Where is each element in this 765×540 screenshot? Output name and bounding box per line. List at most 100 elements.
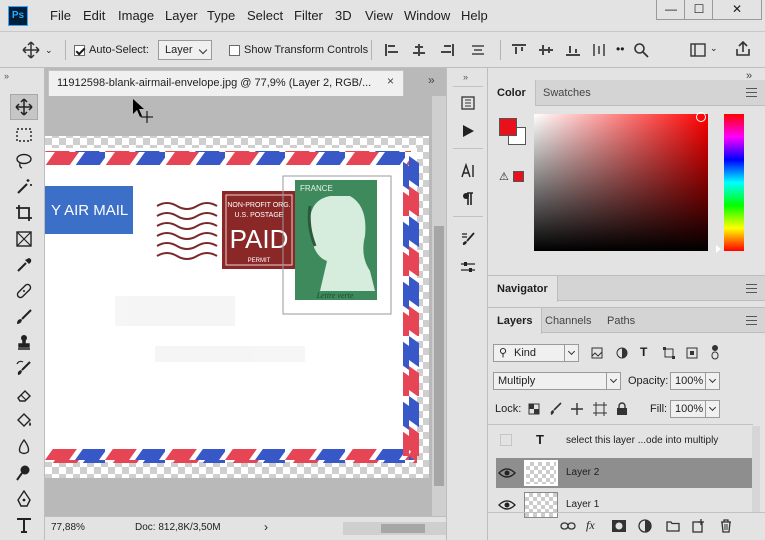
lock-transparent-pixels-icon[interactable] [528, 403, 540, 415]
filter-shape-layers-icon[interactable] [663, 347, 675, 359]
history-panel-button[interactable] [455, 92, 481, 114]
pen-tool[interactable] [10, 486, 38, 512]
foreground-color-swatch[interactable] [499, 118, 517, 136]
eye-icon[interactable] [498, 498, 516, 512]
lock-position-icon[interactable] [570, 402, 584, 416]
vertical-scroll-thumb[interactable] [434, 226, 444, 486]
vertical-scrollbar[interactable] [432, 96, 446, 516]
minimize-button[interactable]: — [656, 0, 686, 20]
collapse-panels-icon[interactable]: » [428, 73, 435, 87]
new-adjustment-layer-icon[interactable] [638, 519, 652, 533]
panel-menu-icon[interactable] [746, 88, 757, 97]
menu-3d[interactable]: 3D [335, 8, 352, 23]
layer-row-layer-2[interactable]: Layer 2 [496, 458, 752, 488]
menu-view[interactable]: View [365, 8, 393, 23]
paint-bucket-tool[interactable] [10, 408, 38, 434]
maximize-button[interactable]: ☐ [684, 0, 714, 20]
move-tool-preset[interactable]: ⌄ [22, 32, 53, 68]
lock-artboard-icon[interactable] [593, 402, 607, 416]
blur-tool[interactable] [10, 434, 38, 460]
layer-style-fx-icon[interactable]: fx [586, 518, 595, 533]
align-vertical-centers-icon[interactable] [539, 44, 553, 56]
lock-all-icon[interactable] [616, 402, 628, 416]
align-right-edges-icon[interactable] [440, 44, 454, 56]
auto-select-checkbox[interactable]: Auto-Select: [74, 32, 149, 68]
fill-input[interactable]: 100% [670, 400, 720, 418]
blend-mode-select[interactable]: Multiply [493, 372, 621, 390]
collapse-strip-icon[interactable]: » [463, 72, 468, 82]
eye-icon[interactable] [498, 466, 516, 480]
marquee-tool[interactable] [10, 122, 38, 148]
document-tab[interactable]: 11912598-blank-airmail-envelope.jpg @ 77… [48, 70, 404, 96]
color-picker-ring[interactable] [696, 112, 706, 122]
link-layers-icon[interactable] [560, 520, 576, 532]
menu-type[interactable]: Type [207, 8, 235, 23]
canvas-area[interactable]: Y AIR MAIL NON-PROFIT ORG. U.S. POSTAGE … [45, 96, 432, 516]
tab-paths[interactable]: Paths [598, 308, 644, 334]
filter-type-layers-icon[interactable]: T [640, 345, 647, 359]
eraser-tool[interactable] [10, 382, 38, 408]
healing-brush-tool[interactable] [10, 278, 38, 304]
magic-wand-tool[interactable] [10, 174, 38, 200]
crop-tool[interactable] [10, 200, 38, 226]
visibility-toggle-off[interactable] [500, 434, 512, 446]
new-layer-icon[interactable] [692, 519, 705, 533]
brush-settings-button[interactable] [455, 228, 481, 250]
brush-tool[interactable] [10, 304, 38, 330]
more-options-icon[interactable]: •• [616, 42, 624, 56]
close-document-icon[interactable]: × [387, 74, 394, 88]
actions-panel-button[interactable] [455, 120, 481, 142]
menu-window[interactable]: Window [404, 8, 450, 23]
filter-pixel-layers-icon[interactable] [591, 347, 603, 359]
menu-layer[interactable]: Layer [165, 8, 198, 23]
filter-adjustment-layers-icon[interactable] [616, 347, 628, 359]
tab-color[interactable]: Color [488, 80, 536, 106]
out-of-gamut-warning-icon[interactable]: ⚠ [499, 170, 509, 183]
type-tool[interactable] [10, 512, 38, 538]
clone-stamp-tool[interactable] [10, 330, 38, 356]
horizontal-scroll-thumb[interactable] [381, 524, 425, 533]
new-group-folder-icon[interactable] [666, 520, 680, 532]
color-field[interactable] [534, 114, 708, 251]
show-transform-controls-checkbox[interactable]: Show Transform Controls [229, 32, 368, 68]
auto-select-target-select[interactable]: Layer [158, 32, 212, 68]
layer-row-text[interactable]: T select this layer ...ode into multiply [496, 426, 752, 456]
gamut-color-swatch[interactable] [513, 171, 524, 182]
lasso-tool[interactable] [10, 148, 38, 174]
menu-filter[interactable]: Filter [294, 8, 323, 23]
history-brush-tool[interactable] [10, 356, 38, 382]
distribute-vertical-icon[interactable] [592, 44, 606, 56]
workspace-icon[interactable] [690, 43, 706, 57]
document-canvas[interactable]: Y AIR MAIL NON-PROFIT ORG. U.S. POSTAGE … [45, 96, 432, 516]
menu-image[interactable]: Image [118, 8, 154, 23]
menu-select[interactable]: Select [247, 8, 283, 23]
layer-filter-select[interactable]: ⚲ Kind [493, 344, 579, 362]
share-icon[interactable] [735, 41, 751, 57]
align-top-edges-icon[interactable] [512, 44, 526, 56]
frame-tool[interactable] [10, 226, 38, 252]
hue-slider-handle[interactable] [716, 245, 721, 253]
distribute-icon[interactable] [471, 44, 485, 56]
lock-image-pixels-icon[interactable] [549, 402, 563, 416]
eyedropper-tool[interactable] [10, 252, 38, 278]
delete-layer-trash-icon[interactable] [720, 519, 732, 533]
photoshop-logo[interactable]: Ps [8, 6, 28, 26]
dodge-tool[interactable] [10, 460, 38, 486]
hue-slider[interactable] [724, 114, 744, 251]
align-horizontal-centers-icon[interactable] [412, 44, 426, 56]
layers-scrollbar[interactable] [752, 426, 760, 512]
add-mask-icon[interactable] [612, 520, 626, 532]
paragraph-panel-button[interactable] [455, 188, 481, 210]
chevron-down-icon[interactable]: ⌄ [710, 43, 718, 54]
tab-channels[interactable]: Channels [536, 308, 600, 334]
tab-layers[interactable]: Layers [488, 308, 543, 334]
align-left-edges-icon[interactable] [385, 44, 399, 56]
menu-edit[interactable]: Edit [83, 8, 105, 23]
expand-toolbar-icon[interactable]: » [4, 71, 9, 81]
align-bottom-edges-icon[interactable] [566, 44, 580, 56]
adjustments-panel-button[interactable] [455, 256, 481, 278]
filter-toggle-icon[interactable] [710, 344, 720, 360]
tab-swatches[interactable]: Swatches [534, 80, 600, 106]
status-menu-arrow[interactable]: › [264, 520, 268, 534]
character-panel-button[interactable] [455, 160, 481, 182]
